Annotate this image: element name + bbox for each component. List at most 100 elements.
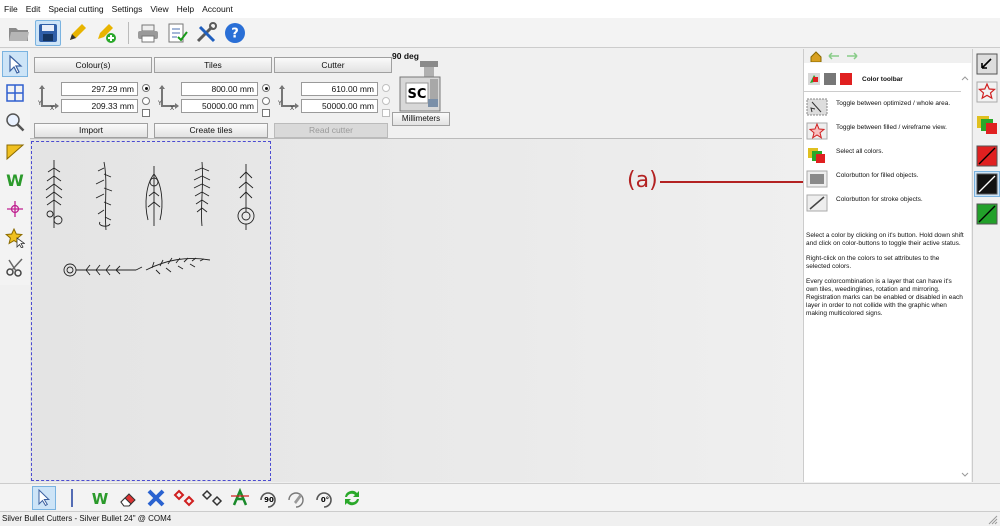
colours-width-radio[interactable]: [142, 84, 150, 92]
weed-tool-button[interactable]: W: [2, 167, 28, 193]
annotation-label: (a): [627, 168, 658, 193]
back-arrow-icon[interactable]: [828, 52, 840, 60]
help-scrollbar[interactable]: [960, 75, 970, 479]
cutter-group: Cutter YX 610.00 mm 50000.00 mm Read cut…: [274, 57, 392, 138]
black-color-button[interactable]: [974, 171, 1000, 197]
menu-special-cutting[interactable]: Special cutting: [48, 4, 103, 14]
rotate-90-icon: 90: [260, 491, 276, 508]
bottom-toolbar: W 90 0°: [0, 483, 1000, 511]
feather-graphic: [145, 166, 163, 226]
weed-w-icon: W: [92, 490, 109, 508]
feather-graphic: [63, 263, 143, 277]
colours-group: Colour(s) YX 297.29 mm 209.33 mm Import: [34, 57, 152, 138]
status-bar: Silver Bullet Cutters - Silver Bullet 24…: [0, 511, 1000, 526]
tiles-width-radio[interactable]: [262, 84, 270, 92]
zoom-tool-button[interactable]: [2, 109, 28, 135]
help-paragraph: Every colorcombination is a layer that c…: [806, 278, 963, 317]
knife-tool-button[interactable]: [2, 254, 28, 280]
feather-designs: [45, 160, 255, 277]
menu-view[interactable]: View: [150, 4, 168, 14]
help-panel: Color toolbar Toggle between optimized /…: [803, 49, 971, 482]
stroke-color-button-icon: [806, 194, 828, 212]
help-button[interactable]: ?: [222, 20, 248, 46]
save-button[interactable]: [35, 19, 61, 46]
units-button[interactable]: Millimeters: [392, 112, 450, 126]
cutter-machine-icon[interactable]: SC: [392, 61, 450, 113]
cutter-width-field[interactable]: 610.00 mm: [301, 82, 378, 96]
cutter-lock-checkbox[interactable]: [382, 109, 390, 117]
edit-pen-add-button[interactable]: [93, 20, 119, 46]
axis-x-label: X: [50, 105, 54, 110]
wireframe-toggle-button[interactable]: [976, 81, 998, 103]
red-color-button[interactable]: [976, 145, 998, 167]
pencil-plus-icon: [98, 23, 116, 43]
status-text: Silver Bullet Cutters - Silver Bullet 24…: [2, 514, 172, 523]
star-select-tool-button[interactable]: [2, 225, 28, 251]
registration-marks-button[interactable]: [200, 486, 224, 510]
select-all-colors-button[interactable]: [976, 113, 998, 135]
tiles-height-radio[interactable]: [262, 97, 270, 105]
help-paragraph: Right-click on the colors to set attribu…: [806, 255, 940, 270]
checklist-button[interactable]: [164, 20, 190, 46]
menu-help[interactable]: Help: [177, 4, 194, 14]
refresh-button[interactable]: [340, 486, 364, 510]
svg-text:?: ?: [231, 26, 239, 41]
toolbar-separator: [128, 21, 129, 44]
feather-graphic: [145, 257, 211, 275]
node-tool-button[interactable]: [2, 196, 28, 222]
tiles-lock-checkbox[interactable]: [262, 109, 270, 117]
tiles-height-field[interactable]: 50000.00 mm: [181, 99, 258, 113]
print-button[interactable]: [135, 20, 161, 46]
menu-account[interactable]: Account: [202, 4, 233, 14]
menu-file[interactable]: File: [4, 4, 18, 14]
weed-button[interactable]: W: [88, 486, 112, 510]
tiles-width-field[interactable]: 800.00 mm: [181, 82, 258, 96]
delete-button[interactable]: [144, 486, 168, 510]
read-cutter-button[interactable]: Read cutter: [274, 123, 388, 138]
cutter-height-radio[interactable]: [382, 97, 390, 105]
import-button[interactable]: Import: [34, 123, 148, 138]
home-icon[interactable]: [810, 50, 822, 62]
tools-settings-button[interactable]: [193, 20, 219, 46]
help-icon: ?: [225, 22, 245, 43]
all-colors-icon: [808, 148, 825, 163]
left-toolbar: W: [0, 49, 30, 285]
cutter-width-radio[interactable]: [382, 84, 390, 92]
create-tiles-button[interactable]: Create tiles: [154, 123, 268, 138]
optimize-view-button[interactable]: [976, 53, 998, 75]
tile-grid-tool-button[interactable]: [2, 80, 28, 106]
star-wireframe-icon: [976, 81, 998, 103]
pencil-icon: [70, 23, 86, 40]
colours-height-radio[interactable]: [142, 97, 150, 105]
open-folder-button[interactable]: [6, 20, 32, 46]
help-item: Colorbutton for stroke objects.: [806, 194, 971, 212]
menu-settings[interactable]: Settings: [112, 4, 143, 14]
menu-edit[interactable]: Edit: [26, 4, 41, 14]
help-paragraph: Select a color by clicking on it's butto…: [806, 232, 964, 247]
forward-arrow-icon[interactable]: [846, 52, 858, 60]
colours-lock-checkbox[interactable]: [142, 109, 150, 117]
mirror-rotate-button[interactable]: [284, 486, 308, 510]
draw-pen-button[interactable]: [64, 20, 90, 46]
rotate-90-button[interactable]: 90: [256, 486, 280, 510]
text-weed-button[interactable]: [228, 486, 252, 510]
measure-tool-button[interactable]: [2, 138, 28, 164]
help-item: Select all colors.: [806, 146, 971, 164]
device-logo-text: SC: [408, 87, 427, 102]
svg-text:W: W: [6, 171, 24, 190]
rotate-90-label: 90: [264, 496, 274, 504]
green-color-button[interactable]: [976, 203, 998, 225]
rotate-0-icon: 0°: [316, 491, 332, 508]
select-tool-button[interactable]: [32, 485, 56, 510]
select-tool-button[interactable]: [2, 51, 28, 77]
menu-bar: File Edit Special cutting Settings View …: [0, 0, 1000, 18]
resize-grip-icon[interactable]: [988, 515, 998, 525]
vertical-line-tool-button[interactable]: [60, 486, 84, 510]
colours-height-field[interactable]: 209.33 mm: [61, 99, 138, 113]
colours-width-field[interactable]: 297.29 mm: [61, 82, 138, 96]
eraser-button[interactable]: [116, 486, 140, 510]
cutter-height-field[interactable]: 50000.00 mm: [301, 99, 378, 113]
all-colors-icon: [977, 116, 997, 134]
rotate-0-button[interactable]: 0°: [312, 486, 336, 510]
registration-marks-red-button[interactable]: [172, 486, 196, 510]
